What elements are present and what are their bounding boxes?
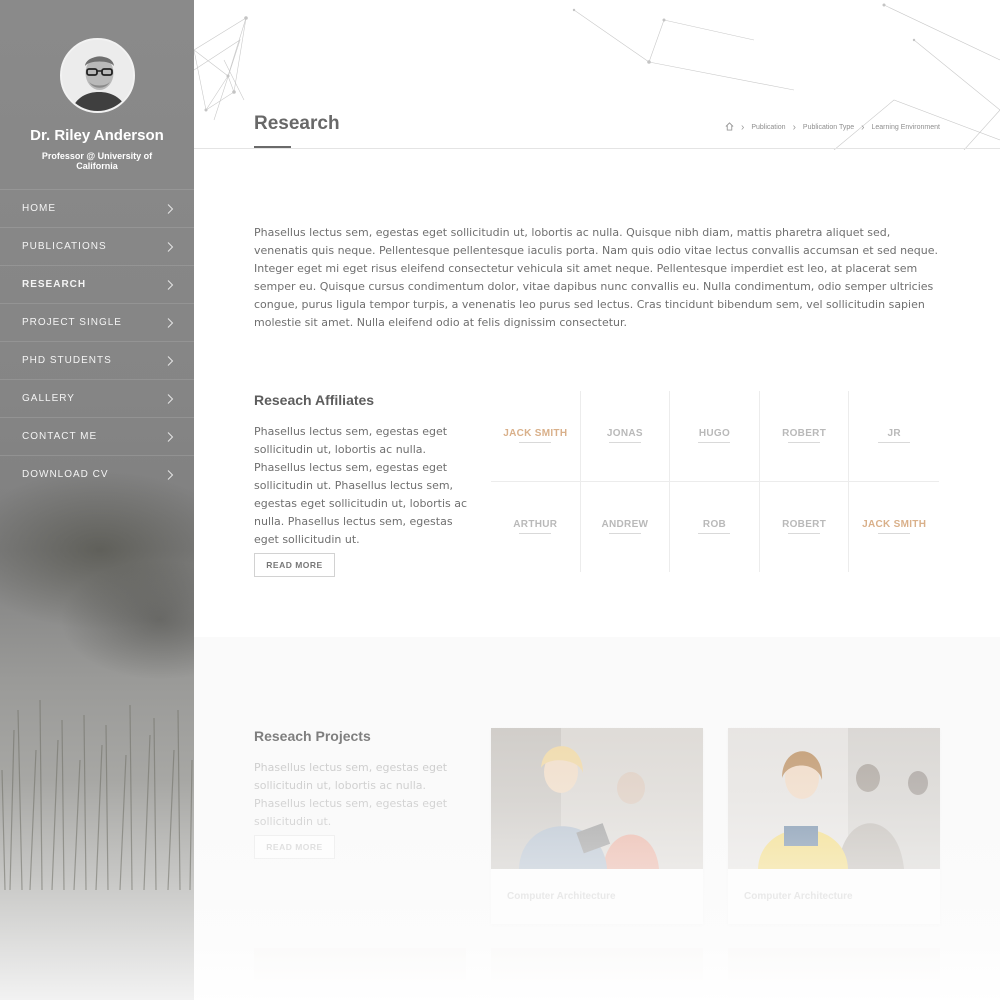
- affiliate-logo-name: HUGO: [698, 427, 731, 439]
- faded-card: [728, 948, 940, 1000]
- project-image: [728, 728, 940, 869]
- sidebar-item-research[interactable]: RESEARCH: [0, 265, 194, 303]
- affiliate-logo[interactable]: ROBERT: [759, 391, 850, 482]
- logo-divider: [788, 441, 821, 443]
- logo-divider: [878, 532, 911, 534]
- logo-divider: [519, 441, 552, 443]
- breadcrumb-item-current: Learning Environment: [871, 124, 941, 131]
- sidebar-item-label: PUBLICATIONS: [22, 241, 107, 252]
- chevron-right-icon: [167, 394, 174, 404]
- chevron-right-icon: ›: [740, 121, 745, 133]
- breadcrumb-item[interactable]: Publication Type: [803, 124, 854, 131]
- logo-divider: [698, 532, 731, 534]
- faded-card: [491, 948, 703, 1000]
- chevron-right-icon: [167, 356, 174, 366]
- breadcrumb-item[interactable]: Publication: [751, 124, 785, 131]
- affiliate-logo-name: JONAS: [606, 427, 643, 439]
- page-title: Research: [254, 113, 340, 134]
- header-divider: [194, 148, 1000, 149]
- sidebar-item-label: HOME: [22, 203, 56, 214]
- logo-divider: [608, 532, 641, 534]
- sidebar-item-label: DOWNLOAD CV: [22, 469, 109, 480]
- affiliate-logo[interactable]: ANDREW: [581, 481, 671, 572]
- affiliate-logo[interactable]: JACK SMITH: [849, 482, 939, 573]
- chevron-right-icon: [167, 318, 174, 328]
- chevron-right-icon: [167, 470, 174, 480]
- projects-text: Phasellus lectus sem, egestas eget solli…: [254, 761, 448, 828]
- chevron-right-icon: [167, 432, 174, 442]
- sidebar-item-download-cv[interactable]: DOWNLOAD CV: [0, 455, 194, 493]
- chevron-right-icon: [167, 242, 174, 252]
- affiliate-logo-name: JACK SMITH: [862, 518, 927, 530]
- projects-read-more-button[interactable]: READ MORE: [254, 835, 335, 859]
- projects-title: Reseach Projects: [254, 728, 371, 744]
- project-card[interactable]: Computer Architecture: [728, 728, 940, 924]
- affiliate-logo[interactable]: JR: [849, 391, 939, 482]
- chevron-right-icon: [167, 280, 174, 290]
- page: Dr. Riley Anderson Professor @ Universit…: [0, 0, 1000, 1000]
- sidebar-item-phd-students[interactable]: PHD STUDENTS: [0, 341, 194, 379]
- affiliates-read-more-button[interactable]: READ MORE: [254, 553, 335, 577]
- logo-divider: [878, 441, 911, 443]
- sidebar-item-label: PHD STUDENTS: [22, 355, 112, 366]
- sidebar-item-project-single[interactable]: PROJECT SINGLE: [0, 303, 194, 341]
- breadcrumb: › Publication › Publication Type › Learn…: [725, 122, 940, 133]
- project-card-title: Computer Architecture: [507, 891, 616, 902]
- affiliate-logo[interactable]: ROB: [670, 481, 760, 572]
- home-icon[interactable]: [725, 122, 734, 133]
- chevron-right-icon: ›: [792, 121, 796, 133]
- sidebar-item-contact-me[interactable]: CONTACT ME: [0, 417, 194, 455]
- grass-background: [1, 699, 193, 890]
- sidebar-nav: HOME PUBLICATIONS RESEARCH PROJECT SINGLE PH…: [0, 189, 194, 493]
- faded-card: [254, 948, 466, 1000]
- project-card-title: Computer Architecture: [744, 891, 853, 902]
- affiliate-logo-name: ROBERT: [782, 518, 827, 530]
- affiliates-logo-grid: JACK SMITH JONAS HUGO ROBERT JR ARTHUR ANDREW R…: [491, 391, 939, 572]
- profile-name: Dr. Riley Anderson: [30, 127, 164, 144]
- project-image: [491, 728, 703, 869]
- sidebar-item-label: PROJECT SINGLE: [22, 317, 122, 328]
- chevron-right-icon: [167, 204, 174, 214]
- affiliate-logo[interactable]: ROBERT: [760, 481, 850, 572]
- logo-divider: [698, 441, 731, 443]
- affiliate-logo[interactable]: HUGO: [670, 391, 760, 482]
- intro-paragraph: Phasellus lectus sem, egestas eget solli…: [254, 226, 939, 329]
- sidebar: Dr. Riley Anderson Professor @ Universit…: [0, 0, 194, 1000]
- page-header: Research › Publication › Publication Typ…: [194, 0, 1000, 150]
- avatar: [60, 38, 135, 113]
- affiliates-title: Reseach Affiliates: [254, 392, 375, 408]
- chevron-right-icon: ›: [861, 121, 865, 133]
- logo-divider: [519, 532, 552, 534]
- sidebar-item-gallery[interactable]: GALLERY: [0, 379, 194, 417]
- affiliate-logo-name: ROB: [702, 518, 727, 530]
- logo-divider: [788, 532, 821, 534]
- project-card[interactable]: Computer Architecture: [491, 728, 703, 924]
- affiliate-logo[interactable]: JONAS: [580, 391, 671, 482]
- affiliate-logo-name: ANDREW: [601, 518, 649, 530]
- sidebar-item-label: GALLERY: [22, 393, 75, 404]
- affiliate-logo-name: JACK SMITH: [503, 427, 568, 439]
- logo-divider: [608, 441, 641, 443]
- profile-photo: [62, 40, 133, 111]
- profile-role: Professor @ University of California: [41, 151, 153, 171]
- sidebar-item-label: CONTACT ME: [22, 431, 98, 442]
- sidebar-item-publications[interactable]: PUBLICATIONS: [0, 227, 194, 265]
- affiliates-text: Phasellus lectus sem, egestas eget solli…: [254, 425, 468, 546]
- affiliate-logo[interactable]: ARTHUR: [491, 481, 581, 572]
- sidebar-item-home[interactable]: HOME: [0, 189, 194, 227]
- affiliate-logo-name: JR: [887, 427, 901, 439]
- affiliate-logo-name: ARTHUR: [513, 518, 558, 530]
- sidebar-item-label: RESEARCH: [22, 279, 87, 290]
- affiliate-logo[interactable]: JACK SMITH: [491, 391, 581, 482]
- affiliate-logo-name: ROBERT: [782, 427, 827, 439]
